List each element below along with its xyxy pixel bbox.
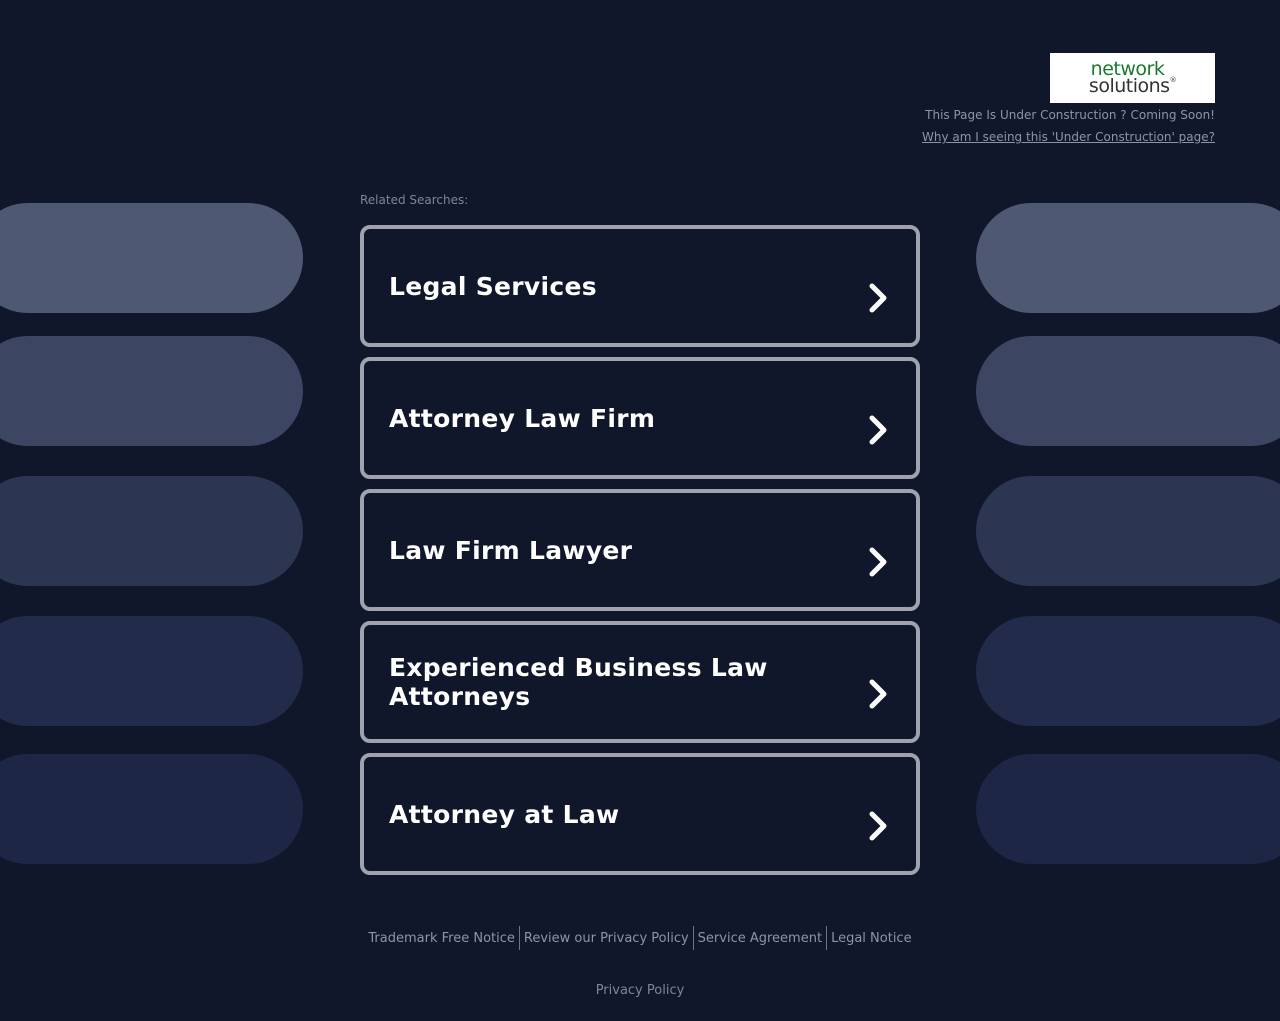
chevron-right-icon (869, 415, 887, 445)
related-searches-label: Related Searches: (360, 193, 469, 207)
search-card-label: Legal Services (389, 271, 597, 301)
why-under-construction-link[interactable]: Why am I seeing this 'Under Construction… (922, 130, 1215, 144)
trademark-free-notice-link[interactable]: Trademark Free Notice (364, 931, 518, 946)
search-card-label: Experienced Business Law Attorneys (389, 653, 768, 711)
search-card-law-firm-lawyer[interactable]: Law Firm Lawyer (360, 489, 920, 611)
chevron-right-icon (869, 547, 887, 577)
search-card-attorney-at-law[interactable]: Attorney at Law (360, 753, 920, 875)
search-card-experienced-business-law-attorneys[interactable]: Experienced Business Law Attorneys (360, 621, 920, 743)
decorative-pill (0, 754, 303, 864)
chevron-right-icon (869, 679, 887, 709)
privacy-policy-review-link[interactable]: Review our Privacy Policy (520, 931, 693, 946)
search-card-attorney-law-firm[interactable]: Attorney Law Firm (360, 357, 920, 479)
logo-text-solutions: solutions® (1088, 75, 1177, 97)
network-solutions-logo[interactable]: network solutions® (1050, 53, 1215, 103)
chevron-right-icon (869, 811, 887, 841)
service-agreement-link[interactable]: Service Agreement (694, 931, 826, 946)
search-card-label: Attorney Law Firm (389, 403, 656, 433)
under-construction-text: This Page Is Under Construction ? Coming… (925, 108, 1215, 122)
decorative-pill (976, 616, 1280, 726)
search-card-legal-services[interactable]: Legal Services (360, 225, 920, 347)
decorative-pill (0, 336, 303, 446)
chevron-right-icon (869, 283, 887, 313)
decorative-pill (976, 476, 1280, 586)
footer-links: Trademark Free Notice Review our Privacy… (0, 926, 1280, 950)
decorative-pill (976, 203, 1280, 313)
decorative-pill (0, 476, 303, 586)
search-card-label: Law Firm Lawyer (389, 535, 633, 565)
privacy-policy-link[interactable]: Privacy Policy (0, 983, 1280, 998)
decorative-pill (0, 203, 303, 313)
decorative-pill (976, 336, 1280, 446)
search-card-label: Attorney at Law (389, 799, 620, 829)
decorative-pill (0, 616, 303, 726)
decorative-pill (976, 754, 1280, 864)
legal-notice-link[interactable]: Legal Notice (827, 931, 916, 946)
